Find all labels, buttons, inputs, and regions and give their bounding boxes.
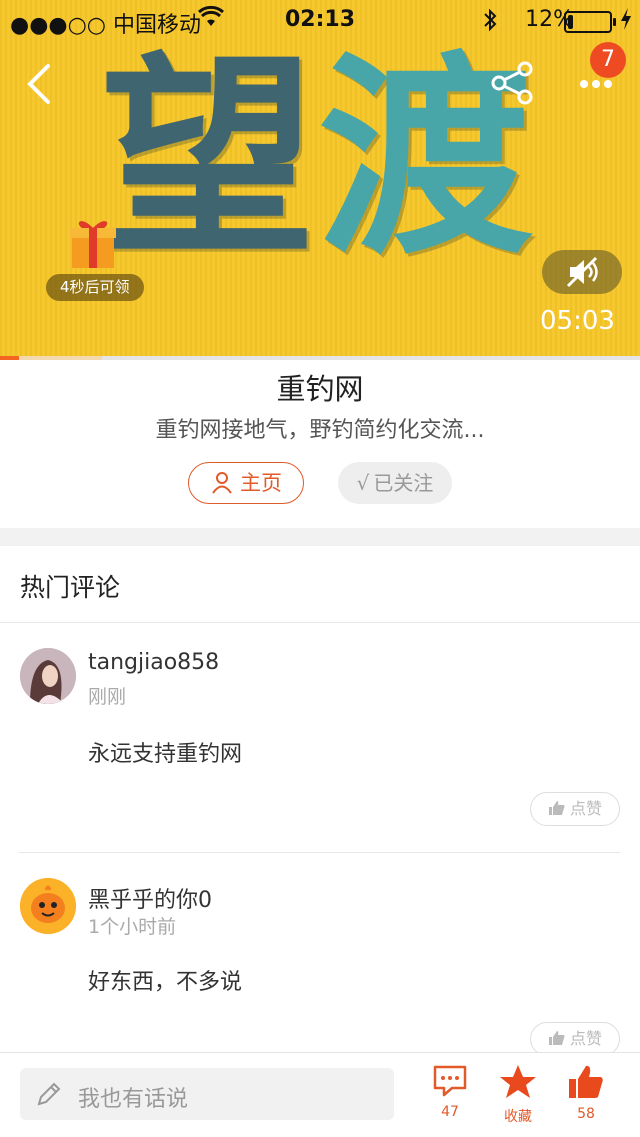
check-icon: √ [356,471,370,495]
comment-username[interactable]: tangjiao858 [88,650,219,675]
like-video-button[interactable]: 58 [556,1064,616,1122]
comment-text: 永远支持重钓网 [88,742,243,767]
avatar[interactable] [20,878,76,934]
star-icon [500,1065,536,1098]
favorite-label: 收藏 [504,1109,532,1125]
section-separator [0,528,640,546]
like-count: 58 [577,1106,595,1122]
comment-input-placeholder: 我也有话说 [78,1087,189,1112]
speaker-muted-icon [566,256,598,288]
gift-countdown-label: 4秒后可领 [46,274,144,301]
video-progress-bar[interactable] [0,356,640,360]
battery-icon [564,11,616,33]
hot-comments-title: 热门评论 [20,573,121,602]
like-comment-button[interactable]: 点赞 [530,1022,620,1056]
comments-button[interactable]: 47 [420,1064,480,1120]
back-button[interactable] [22,62,62,106]
thumb-up-icon [569,1065,603,1098]
comment-input[interactable]: 我也有话说 [20,1068,394,1120]
user-icon [212,472,232,494]
charging-bolt-icon [620,7,632,36]
share-button[interactable] [490,60,536,106]
comment-time: 1个小时前 [88,916,177,938]
divider [0,622,640,623]
pencil-icon [37,1082,61,1106]
chevron-left-icon [27,64,50,104]
progress-played [0,356,20,360]
thumb-up-icon [548,1031,565,1045]
follow-button[interactable]: √ 已关注 [338,462,452,504]
mute-button[interactable] [542,250,622,294]
comment-bubble-icon [433,1065,467,1097]
comment-time: 刚刚 [88,686,127,708]
comment-count: 47 [441,1104,459,1120]
channel-description: 重钓网接地气，野钓简约化交流... [155,418,485,443]
home-button-label: 主页 [240,471,282,495]
gift-icon[interactable] [68,214,118,270]
like-comment-button[interactable]: 点赞 [530,792,620,826]
video-title-char-1: 望 [100,31,315,284]
video-duration: 05:03 [540,306,615,336]
progress-buffered [19,356,103,360]
like-label: 点赞 [569,1029,602,1048]
video-player[interactable]: ●●●○○ 中国移动 02:13 12% 望 渡 7 4秒后可领 05:03 [0,0,640,356]
avatar[interactable] [20,648,76,704]
favorite-button[interactable]: 收藏 [488,1064,548,1126]
channel-name: 重钓网 [276,372,364,406]
share-icon [491,61,533,105]
follow-button-label: 已关注 [373,471,434,495]
divider [18,852,620,853]
thumb-up-icon [548,801,565,815]
battery-fill [568,15,573,29]
like-label: 点赞 [569,799,602,818]
comment-username[interactable]: 黑乎乎的你0 [88,882,212,914]
notification-badge: 7 [590,42,626,78]
home-button[interactable]: 主页 [188,462,304,504]
comment-text: 好东西，不多说 [88,970,243,995]
